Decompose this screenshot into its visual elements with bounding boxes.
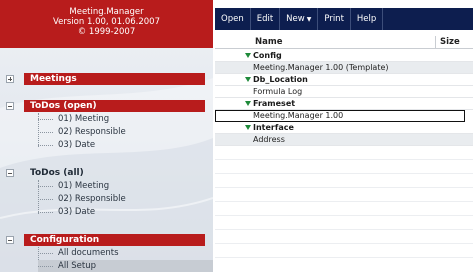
- action-bar: Open Edit New ▼ Print Help: [215, 8, 473, 30]
- new-button-label[interactable]: New: [286, 14, 305, 24]
- collapse-minus-icon[interactable]: [6, 102, 14, 110]
- document-row[interactable]: Meeting.Manager 1.00 (Template): [215, 62, 473, 74]
- twistie-expanded-icon[interactable]: [245, 77, 251, 82]
- nav-section-configuration[interactable]: Configuration: [6, 234, 205, 246]
- empty-row: [215, 160, 473, 174]
- document-row[interactable]: Formula Log: [215, 86, 473, 98]
- expand-plus-icon[interactable]: [6, 75, 14, 83]
- nav-section-todos-all-label[interactable]: ToDos (all): [24, 167, 205, 179]
- left-navigator: Meeting.Manager Version 1.00, 01.06.2007…: [0, 0, 213, 272]
- category-row-frameset[interactable]: Frameset: [215, 98, 473, 110]
- empty-row: [215, 230, 473, 244]
- category-row-config[interactable]: Config: [215, 50, 473, 62]
- empty-row: [215, 174, 473, 188]
- view-rows: Config Meeting.Manager 1.00 (Template) D…: [215, 50, 473, 258]
- column-header-size[interactable]: Size: [440, 37, 460, 47]
- nav-section-meetings[interactable]: Meetings: [6, 73, 205, 85]
- nav-section-configuration-label[interactable]: Configuration: [24, 234, 205, 246]
- empty-row: [215, 188, 473, 202]
- category-row-db-location[interactable]: Db_Location: [215, 74, 473, 86]
- app-header: Meeting.Manager Version 1.00, 01.06.2007…: [0, 0, 213, 48]
- category-row-interface[interactable]: Interface: [215, 122, 473, 134]
- nav-item-all-documents[interactable]: All documents: [38, 247, 119, 259]
- edit-button[interactable]: Edit: [251, 8, 281, 30]
- column-header-name[interactable]: Name: [255, 37, 282, 47]
- nav-item-todos-open-meeting[interactable]: 01) Meeting: [38, 113, 109, 125]
- app-title: Meeting.Manager: [69, 7, 144, 17]
- app-version: Version 1.00, 01.06.2007: [53, 17, 160, 27]
- open-button[interactable]: Open: [215, 8, 251, 30]
- nav-section-todos-open-label[interactable]: ToDos (open): [24, 100, 205, 112]
- twistie-expanded-icon[interactable]: [245, 53, 251, 58]
- nav-item-todos-all-responsible[interactable]: 02) Responsible: [38, 193, 126, 205]
- twistie-expanded-icon[interactable]: [245, 101, 251, 106]
- nav-item-todos-open-responsible[interactable]: 02) Responsible: [38, 126, 126, 138]
- document-row-selected[interactable]: Meeting.Manager 1.00: [215, 110, 465, 122]
- empty-row: [215, 216, 473, 230]
- nav-section-meetings-label[interactable]: Meetings: [24, 73, 205, 85]
- nav-item-todos-all-date[interactable]: 03) Date: [38, 206, 95, 218]
- nav-item-all-setup[interactable]: All Setup: [38, 260, 213, 272]
- document-row[interactable]: Address: [215, 134, 473, 146]
- nav-section-todos-all[interactable]: ToDos (all): [6, 167, 205, 179]
- nav-item-todos-open-date[interactable]: 03) Date: [38, 139, 95, 151]
- nav-section-todos-open[interactable]: ToDos (open): [6, 100, 205, 112]
- empty-row: [215, 146, 473, 160]
- empty-row: [215, 244, 473, 258]
- view-pane: Open Edit New ▼ Print Help Name Size Conf…: [215, 0, 473, 272]
- caret-down-icon[interactable]: ▼: [307, 16, 312, 23]
- column-header-row: Name Size: [215, 36, 473, 49]
- help-button[interactable]: Help: [351, 8, 384, 30]
- column-divider[interactable]: [435, 36, 436, 49]
- empty-row: [215, 202, 473, 216]
- app-copyright: © 1999-2007: [77, 27, 136, 37]
- collapse-minus-icon[interactable]: [6, 169, 14, 177]
- print-button[interactable]: Print: [318, 8, 351, 30]
- nav-item-todos-all-meeting[interactable]: 01) Meeting: [38, 180, 109, 192]
- twistie-expanded-icon[interactable]: [245, 125, 251, 130]
- collapse-minus-icon[interactable]: [6, 236, 14, 244]
- new-menu-button[interactable]: New ▼: [280, 8, 319, 30]
